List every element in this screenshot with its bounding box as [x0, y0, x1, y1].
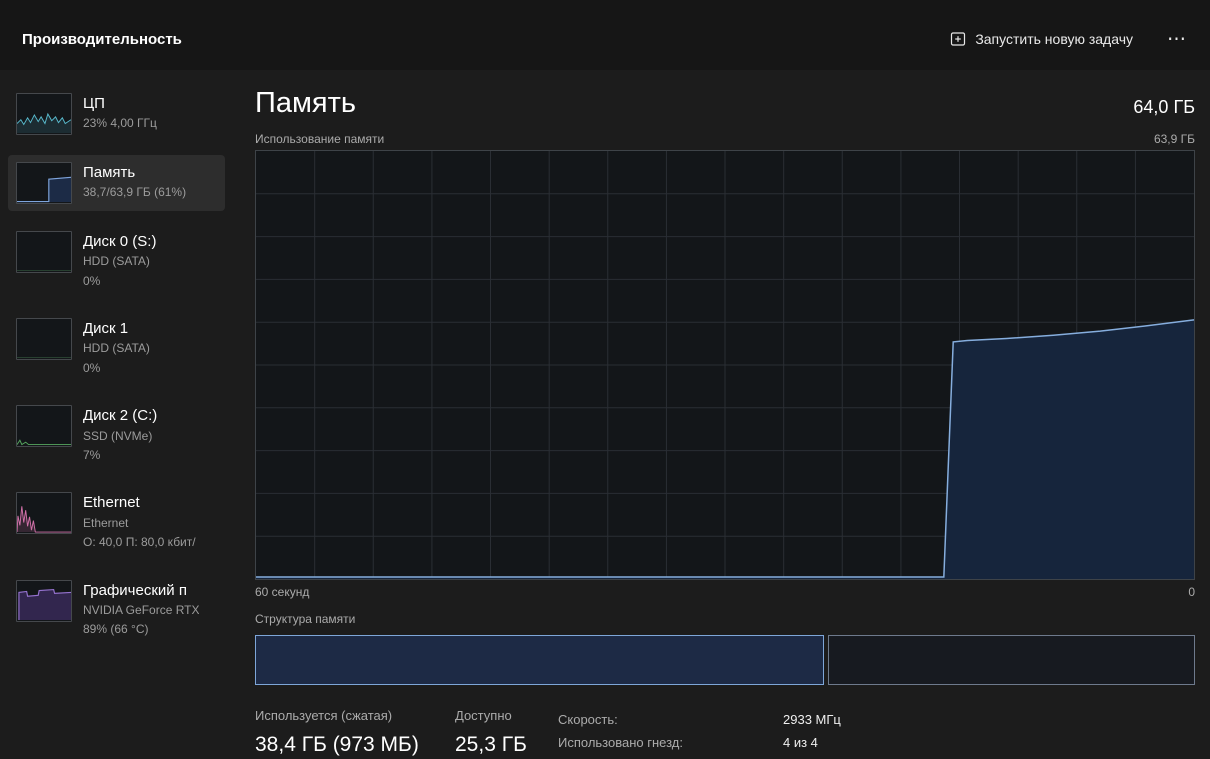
header-actions: Запустить новую задачу ⋯ [940, 24, 1196, 55]
run-new-task-button[interactable]: Запустить новую задачу [940, 24, 1143, 54]
disk1-mini-chart [16, 318, 72, 360]
detail-slots-used-label: Использовано гнезд: [558, 735, 783, 750]
usage-chart-max-label: 63,9 ГБ [1154, 132, 1195, 146]
gpu-mini-chart [16, 580, 72, 622]
memory-usage-chart-frame [255, 150, 1195, 580]
sidebar-item-memory[interactable]: Память 38,7/63,9 ГБ (61%) [8, 155, 225, 211]
more-options-button[interactable]: ⋯ [1157, 24, 1196, 55]
detail-speed-value: 2933 МГц [783, 712, 841, 727]
sidebar-item-stat: 7% [83, 446, 157, 465]
memory-usage-chart [256, 151, 1194, 579]
stat-in-use-label: Используется (сжатая) [255, 708, 455, 723]
memory-composition-used [255, 635, 824, 685]
sidebar-item-gpu[interactable]: Графический п NVIDIA GeForce RTX 89% (66… [8, 573, 225, 647]
panel-title: Память [255, 86, 356, 121]
memory-total-capacity: 64,0 ГБ [1133, 97, 1195, 121]
sidebar-item-title: Диск 1 [83, 319, 150, 339]
new-task-icon [950, 31, 966, 47]
run-new-task-label: Запустить новую задачу [975, 31, 1133, 47]
x-axis-right-label: 0 [1188, 585, 1195, 599]
task-manager-window: Производительность Запустить новую задач… [0, 0, 1210, 759]
sidebar-item-stat: О: 40,0 П: 80,0 кбит/ [83, 533, 196, 552]
ethernet-mini-chart [16, 492, 72, 534]
stat-available: Доступно 25,3 ГБ [455, 708, 558, 759]
stat-available-label: Доступно [455, 708, 558, 723]
sidebar-item-stat: 0% [83, 272, 156, 291]
memory-composition-label: Структура памяти [255, 612, 1195, 626]
memory-details: Скорость: 2933 МГц Использовано гнезд: 4… [558, 708, 841, 759]
memory-composition-bar [255, 635, 1195, 685]
detail-slots-used-value: 4 из 4 [783, 735, 818, 750]
x-axis-left-label: 60 секунд [255, 585, 309, 599]
sidebar-item-disk2[interactable]: Диск 2 (C:) SSD (NVMe) 7% [8, 398, 225, 472]
sidebar-item-stat: 23% 4,00 ГГц [83, 114, 157, 133]
sidebar-item-ethernet[interactable]: Ethernet Ethernet О: 40,0 П: 80,0 кбит/ [8, 485, 225, 559]
sidebar-item-stat: 89% (66 °C) [83, 620, 199, 639]
sidebar-item-title: Графический п [83, 581, 199, 601]
detail-slots-used: Использовано гнезд: 4 из 4 [558, 731, 841, 754]
page-title: Производительность [22, 31, 182, 48]
sidebar-item-disk0[interactable]: Диск 0 (S:) HDD (SATA) 0% [8, 224, 225, 298]
stat-in-use: Используется (сжатая) 38,4 ГБ (973 МБ) [255, 708, 455, 759]
sidebar-item-type: HDD (SATA) [83, 339, 150, 358]
sidebar-item-title: ЦП [83, 94, 157, 114]
sidebar-item-disk1[interactable]: Диск 1 HDD (SATA) 0% [8, 311, 225, 385]
performance-sidebar: ЦП 23% 4,00 ГГц Память 38,7/63,9 ГБ (61%… [0, 70, 233, 759]
header: Производительность Запустить новую задач… [0, 0, 1210, 70]
sidebar-item-type: HDD (SATA) [83, 252, 156, 271]
stat-available-value: 25,3 ГБ [455, 733, 558, 757]
memory-stats: Используется (сжатая) 38,4 ГБ (973 МБ) Д… [255, 708, 1195, 759]
memory-mini-chart [16, 162, 72, 204]
sidebar-item-stat: 38,7/63,9 ГБ (61%) [83, 183, 186, 202]
disk2-mini-chart [16, 405, 72, 447]
disk0-mini-chart [16, 231, 72, 273]
cpu-mini-chart [16, 93, 72, 135]
sidebar-item-title: Диск 2 (C:) [83, 406, 157, 426]
stat-in-use-value: 38,4 ГБ (973 МБ) [255, 733, 455, 757]
sidebar-item-stat: 0% [83, 359, 150, 378]
sidebar-item-title: Ethernet [83, 493, 196, 513]
sidebar-item-title: Диск 0 (S:) [83, 232, 156, 252]
detail-form-factor: Форм-фактор: DIMM [558, 754, 841, 759]
sidebar-item-cpu[interactable]: ЦП 23% 4,00 ГГц [8, 86, 225, 142]
sidebar-item-type: NVIDIA GeForce RTX [83, 601, 199, 620]
sidebar-item-title: Память [83, 163, 186, 183]
detail-speed-label: Скорость: [558, 712, 783, 727]
sidebar-item-type: Ethernet [83, 514, 196, 533]
memory-composition-free [828, 635, 1195, 685]
content: ЦП 23% 4,00 ГГц Память 38,7/63,9 ГБ (61%… [0, 70, 1210, 759]
detail-speed: Скорость: 2933 МГц [558, 708, 841, 731]
usage-chart-label: Использование памяти [255, 132, 384, 146]
memory-panel: Память 64,0 ГБ Использование памяти 63,9… [233, 70, 1210, 759]
sidebar-item-type: SSD (NVMe) [83, 427, 157, 446]
